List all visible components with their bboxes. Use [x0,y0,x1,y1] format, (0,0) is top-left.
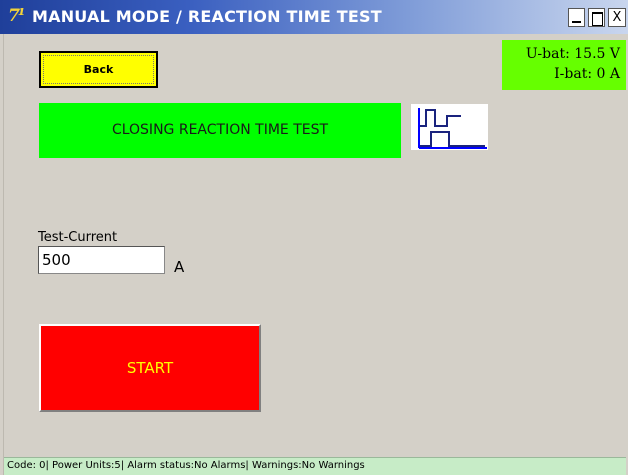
window-title: MANUAL MODE / REACTION TIME TEST [32,7,382,26]
minimize-button[interactable] [568,8,585,27]
test-current-input[interactable] [38,246,165,274]
test-current-label: Test-Current [38,230,118,245]
step-waveform-icon [411,104,488,150]
battery-current: I-bat: 0 A [554,66,620,82]
maximize-button[interactable] [588,8,605,27]
start-button[interactable]: START [39,324,261,412]
battery-status: U-bat: 15.5 V I-bat: 0 A [502,40,626,90]
close-button[interactable]: X [608,8,626,27]
status-bar: Code: 0| Power Units:5| Alarm status:No … [4,457,626,475]
window-border [0,34,4,475]
title-bar: 7¹ MANUAL MODE / REACTION TIME TEST X [0,0,628,34]
app-logo-icon: 7¹ [8,6,25,26]
test-current-unit: A [174,258,185,276]
battery-voltage: U-bat: 15.5 V [525,46,620,62]
back-button[interactable]: Back [39,51,158,88]
test-type-label: CLOSING REACTION TIME TEST [39,103,401,158]
